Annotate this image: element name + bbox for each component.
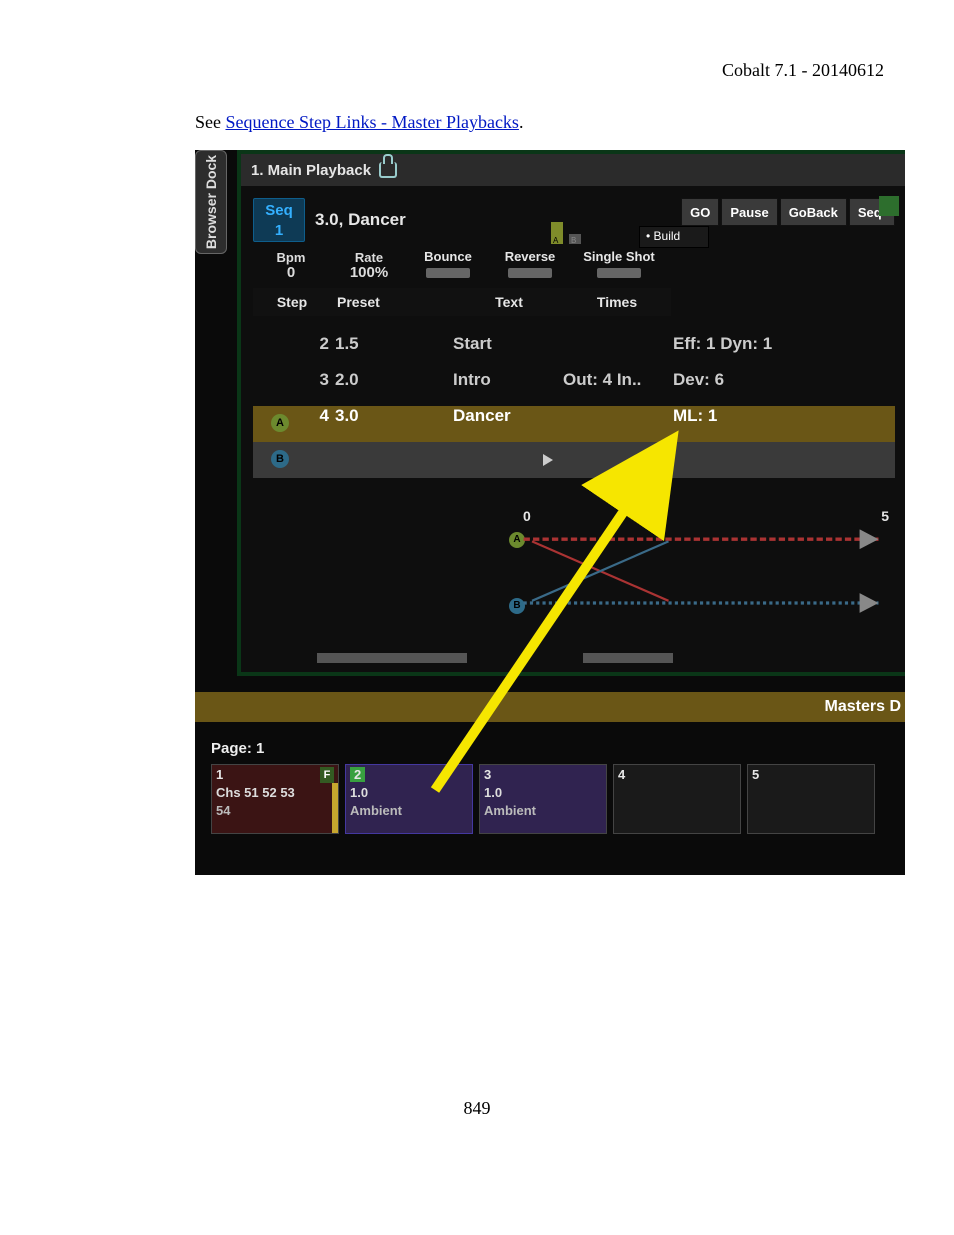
reverse-label: Reverse: [491, 249, 569, 264]
browser-dock-tab[interactable]: Browser Dock: [195, 150, 227, 254]
master-line1: 1.0: [350, 785, 368, 800]
col-text: Text: [455, 288, 563, 316]
singleshot-toggle[interactable]: Single Shot: [573, 248, 665, 282]
bpm-value: 0: [253, 265, 329, 280]
master-number: 1: [216, 767, 223, 782]
rate-display[interactable]: Rate 100%: [331, 248, 407, 282]
seq-number: 1: [254, 221, 304, 241]
crossfade-graph: 0 5 A B: [511, 510, 889, 630]
pause-button[interactable]: Pause: [721, 198, 777, 226]
master-line1: 1.0: [484, 785, 502, 800]
master-number: 3: [484, 767, 491, 782]
master-line2: Ambient: [350, 803, 402, 818]
time-label-5: 5: [881, 508, 889, 524]
step-row[interactable]: 3 2.0 Intro Out: 4 In.. Dev: 6: [253, 370, 895, 406]
sequence-name: 3.0, Dancer: [315, 210, 406, 230]
app-screenshot: Browser Dock 1. Main Playback Seq 1 3.0,…: [195, 150, 905, 875]
main-playback-panel: 1. Main Playback Seq 1 3.0, Dancer AB GO: [237, 150, 905, 676]
lock-icon[interactable]: [379, 162, 397, 178]
master-number: 4: [618, 767, 625, 782]
b-badge-icon: B: [271, 450, 289, 468]
intro-line: See Sequence Step Links - Master Playbac…: [195, 112, 523, 133]
singleshot-label: Single Shot: [573, 249, 665, 264]
master-slot-1[interactable]: 1 F Chs 51 52 53 54: [211, 764, 339, 834]
page-number: 849: [0, 1098, 954, 1119]
ab-level-icon: AB: [551, 220, 591, 244]
col-step: Step: [253, 288, 331, 316]
bounce-label: Bounce: [409, 249, 487, 264]
masters-page-label: Page: 1: [211, 740, 264, 757]
intro-suffix: .: [519, 112, 524, 132]
master-slot-5[interactable]: 5: [747, 764, 875, 834]
rate-value: 100%: [331, 265, 407, 280]
play-icon: [543, 454, 553, 466]
bpm-label: Bpm: [253, 250, 329, 265]
bounce-toggle[interactable]: Bounce: [409, 248, 487, 282]
master-number: 5: [752, 767, 759, 782]
master-flag-icon: F: [320, 767, 334, 783]
seq-label: Seq: [254, 201, 304, 221]
master-slot-4[interactable]: 4: [613, 764, 741, 834]
master-line1: Chs 51 52 53: [216, 785, 295, 800]
goback-button[interactable]: GoBack: [780, 198, 847, 226]
master-line2: 54: [216, 803, 230, 818]
sequence-number-box[interactable]: Seq 1: [253, 198, 305, 242]
page-header-text: Cobalt 7.1 - 20140612: [722, 60, 884, 81]
panel-title: 1. Main Playback: [251, 162, 371, 179]
step-row-next-b[interactable]: B: [253, 442, 895, 478]
master-line2: Ambient: [484, 803, 536, 818]
browser-dock-label: Browser Dock: [203, 155, 219, 249]
scrollbar[interactable]: [253, 650, 893, 666]
master-slot-2[interactable]: 2 1.0 Ambient: [345, 764, 473, 834]
time-label-0: 0: [523, 508, 531, 524]
gear-icon[interactable]: [879, 196, 899, 216]
col-preset: Preset: [331, 288, 455, 316]
rate-label: Rate: [331, 250, 407, 265]
intro-prefix: See: [195, 112, 226, 132]
step-row-active-a[interactable]: A 4 3.0 Dancer ML: 1: [253, 406, 895, 442]
step-row[interactable]: 2 1.5 Start Eff: 1 Dyn: 1: [253, 334, 895, 370]
go-button[interactable]: GO: [681, 198, 719, 226]
panel-titlebar: 1. Main Playback: [241, 154, 905, 186]
master-level-bar: [332, 783, 338, 833]
masters-band: Masters D: [195, 692, 905, 722]
build-dropdown[interactable]: • Build: [639, 226, 709, 248]
sequence-master-link[interactable]: Sequence Step Links - Master Playbacks: [226, 112, 519, 132]
reverse-toggle[interactable]: Reverse: [491, 248, 569, 282]
master-number: 2: [350, 767, 365, 782]
bpm-display[interactable]: Bpm 0: [253, 248, 329, 282]
col-times: Times: [563, 288, 671, 316]
master-slot-3[interactable]: 3 1.0 Ambient: [479, 764, 607, 834]
